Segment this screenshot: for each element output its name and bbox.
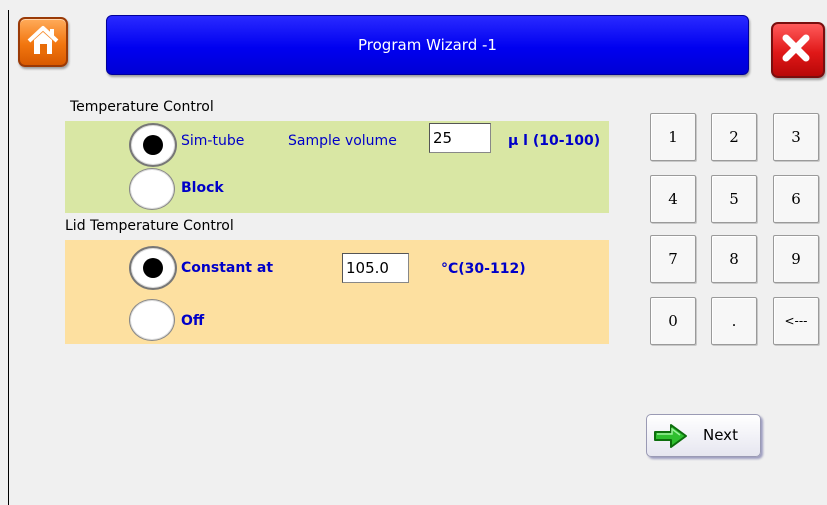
page-title: Program Wizard -1 — [106, 15, 749, 75]
simtube-radio[interactable] — [129, 123, 177, 167]
radio-selected-dot — [143, 135, 163, 155]
lid-temperature-unit: °C(30-112) — [441, 261, 526, 277]
next-button[interactable]: Next — [646, 414, 761, 457]
window-frame-edge — [8, 10, 9, 505]
keypad-key-3[interactable]: 3 — [773, 113, 819, 161]
simtube-label[interactable]: Sim-tube — [181, 133, 244, 149]
radio-selected-dot — [143, 258, 163, 278]
keypad-key-9[interactable]: 9 — [773, 235, 819, 283]
next-label: Next — [703, 426, 738, 444]
sample-volume-label: Sample volume — [288, 133, 397, 149]
keypad-key-0[interactable]: 0 — [650, 297, 696, 345]
lid-temperature-control-label: Lid Temperature Control — [65, 218, 234, 234]
home-button[interactable] — [18, 17, 68, 67]
constant-at-radio[interactable] — [129, 246, 177, 290]
close-button[interactable] — [771, 22, 825, 78]
off-radio[interactable] — [129, 299, 175, 341]
temperature-control-label: Temperature Control — [70, 99, 214, 115]
keypad-key-5[interactable]: 5 — [711, 175, 757, 223]
keypad-key-8[interactable]: 8 — [711, 235, 757, 283]
keypad-key-1[interactable]: 1 — [650, 113, 696, 161]
sample-volume-input[interactable] — [429, 123, 491, 153]
off-label[interactable]: Off — [181, 313, 204, 329]
block-radio[interactable] — [129, 168, 175, 210]
keypad-key-2[interactable]: 2 — [711, 113, 757, 161]
arrow-right-icon — [654, 424, 687, 448]
keypad-key-7[interactable]: 7 — [650, 235, 696, 283]
keypad-key-decimal[interactable]: . — [711, 297, 757, 345]
keypad-key-6[interactable]: 6 — [773, 175, 819, 223]
constant-at-label[interactable]: Constant at — [181, 260, 273, 276]
keypad-key-backspace[interactable]: <--- — [773, 297, 819, 345]
lid-temperature-input[interactable] — [342, 253, 409, 283]
keypad-key-4[interactable]: 4 — [650, 175, 696, 223]
sample-volume-unit: μ l (10-100) — [508, 133, 601, 149]
close-icon — [782, 34, 810, 62]
home-icon — [27, 26, 59, 54]
block-label[interactable]: Block — [181, 180, 224, 196]
